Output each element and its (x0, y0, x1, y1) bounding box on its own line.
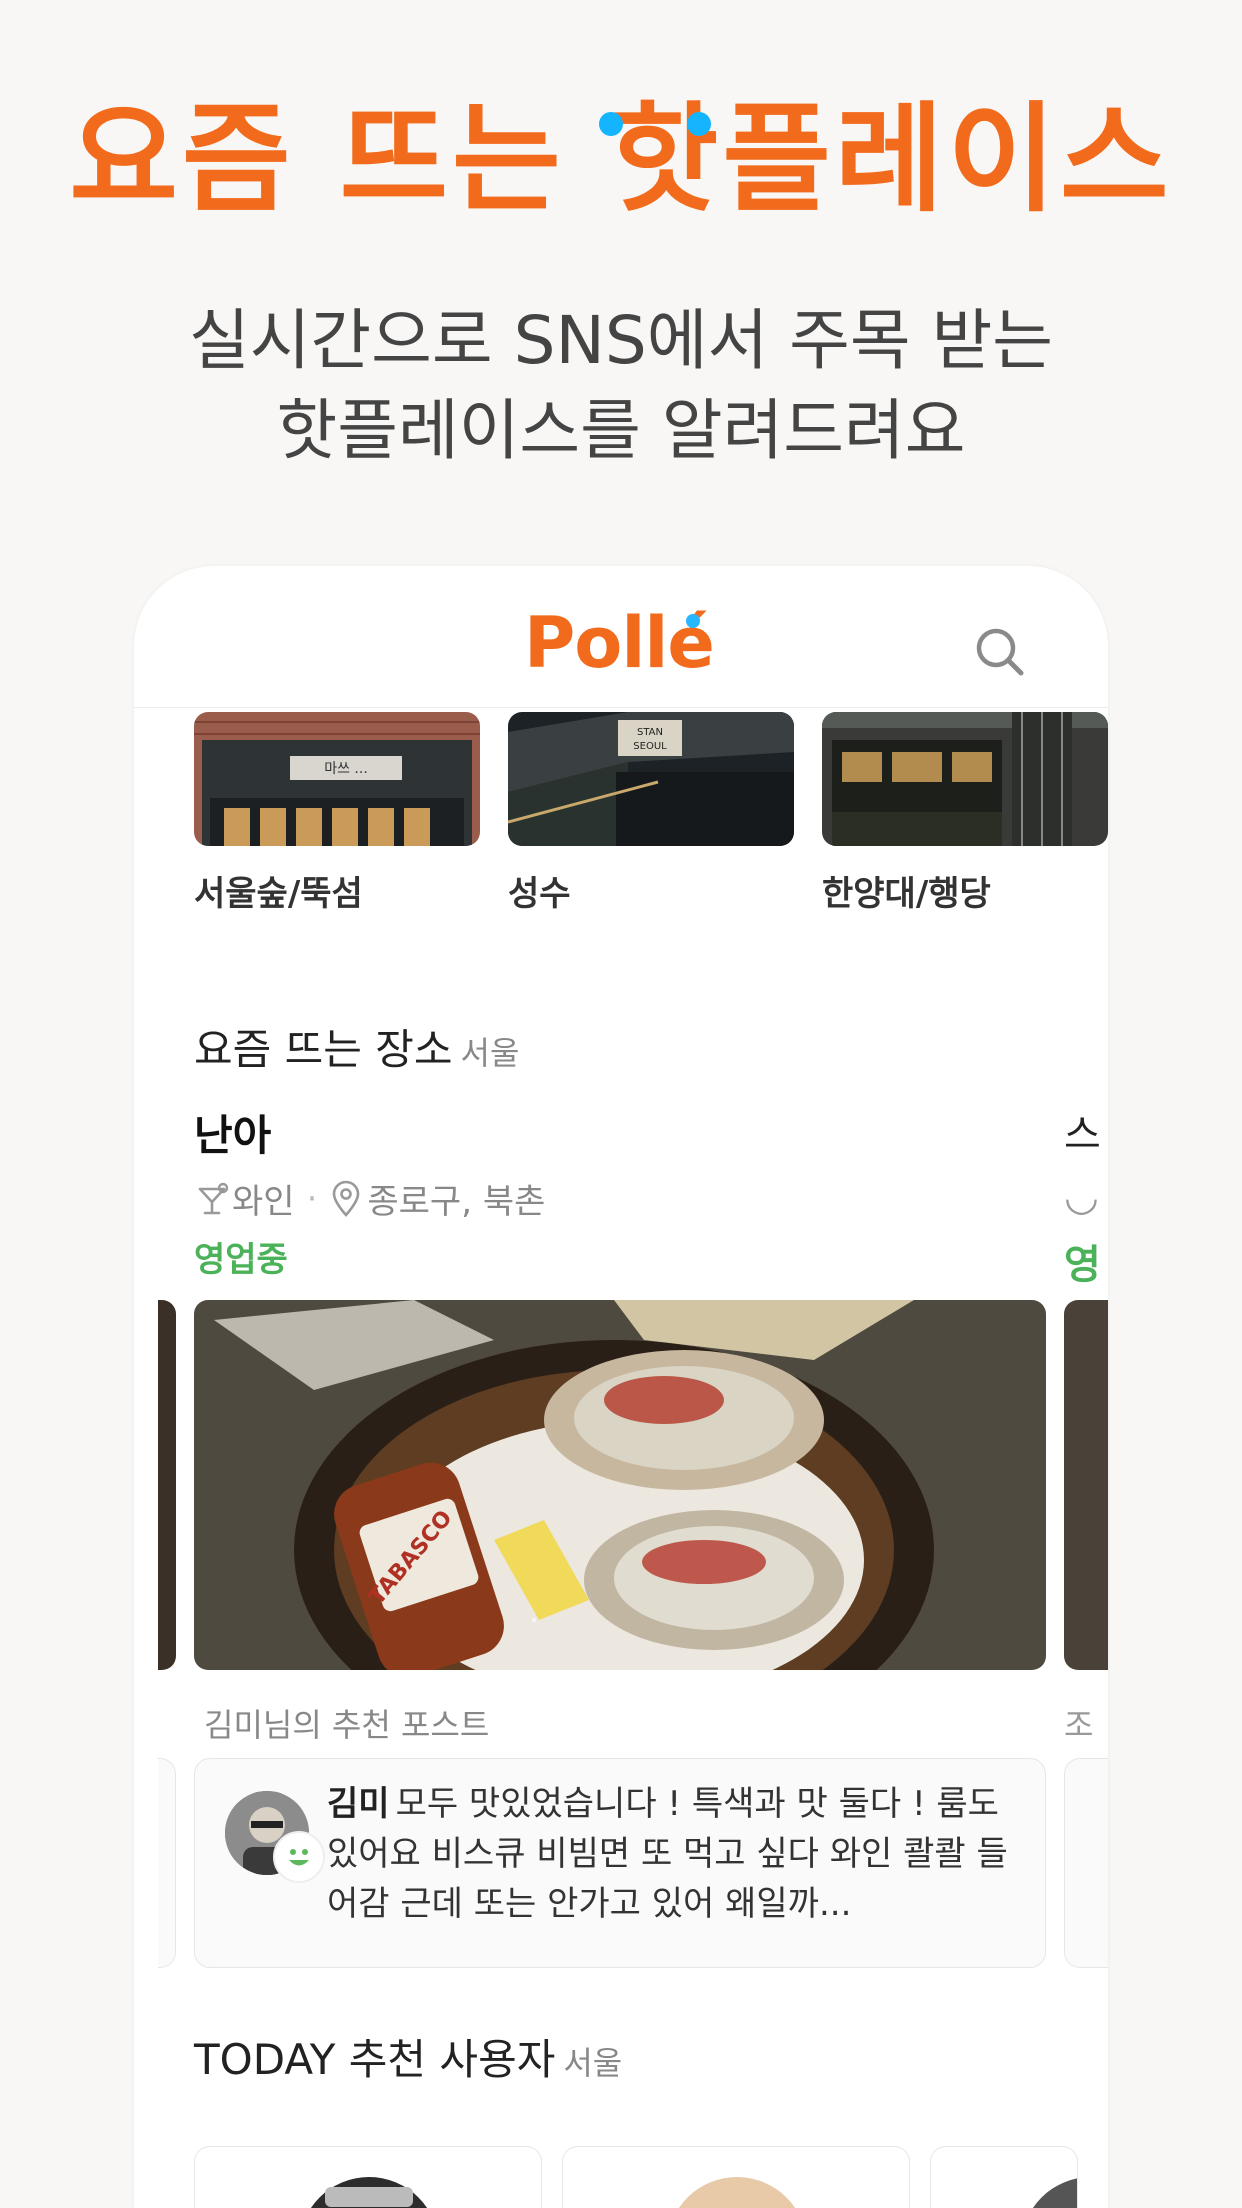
place-category: 와인 (232, 1182, 295, 1222)
next-place-name-peek[interactable]: 스 (1064, 1102, 1108, 1160)
place-photo[interactable]: TABASCO (194, 1300, 1046, 1670)
shop-sign-text: 마쓰 ... (324, 761, 368, 777)
area-tile-seoulforest[interactable]: 마쓰 ... 서울숲/뚝섬 (194, 712, 480, 915)
next-place-photo[interactable] (1064, 1300, 1108, 1670)
next-post-card[interactable] (1064, 1758, 1108, 1968)
brand-logo-dot (686, 614, 700, 628)
place-name[interactable]: 난아 (194, 1102, 271, 1163)
place-meta: 와인 · 종로구, 북촌 (194, 1174, 545, 1223)
smile-badge (273, 1831, 325, 1883)
today-users-region: 서울 (563, 2044, 623, 2082)
user-card[interactable] (194, 2146, 542, 2208)
user-card[interactable] (562, 2146, 910, 2208)
trending-heading-region: 서울 (460, 1034, 520, 1072)
area-label: 한양대/행당 (822, 874, 991, 914)
svg-text:STAN: STAN (637, 727, 663, 738)
next-post-caption-peek: 조 (1064, 1706, 1094, 1744)
app-header: Pollé (134, 566, 1108, 708)
trending-heading-title: 요즘 뜨는 장소 (194, 1025, 453, 1074)
area-label: 서울숲/뚝섬 (194, 874, 363, 914)
user-avatar (1032, 2178, 1077, 2208)
post-author[interactable]: 김미 (327, 1784, 390, 1824)
open-status-badge: 영업중 (194, 1240, 288, 1280)
promo-title-text: 요즘 뜨는 핫플레이스 (69, 90, 1173, 228)
next-place-meta-peek: ◡ (1064, 1174, 1099, 1220)
today-users-heading: TODAY 추천 사용자 서울 (194, 2026, 622, 2087)
promo-subtitle-line-2: 핫플레이스를 알려드려요 (276, 392, 966, 469)
area-photo: STAN SEOUL (508, 712, 794, 846)
post-text: 김미 모두 맛있었습니다 ! 특색과 맛 둘다 ! 룸도 있어요 비스큐 비빔면 … (327, 1779, 1017, 1929)
place-location: 종로구, 북촌 (367, 1182, 546, 1222)
search-button[interactable] (972, 624, 1028, 680)
area-tile-seongsu[interactable]: STAN SEOUL 성수 (508, 712, 794, 915)
promo-title: 요즘 뜨는 핫플레이스 (69, 100, 1172, 218)
area-photo: 마쓰 ... (194, 712, 480, 846)
promo-title-wrap: 요즘 뜨는 핫플레이스 (0, 100, 1242, 218)
post-body: 모두 맛있었습니다 ! 특색과 맛 둘다 ! 룸도 있어요 비스큐 비빔면 또 … (327, 1784, 1008, 1924)
prev-place-photo[interactable] (158, 1300, 176, 1670)
pin-icon (333, 1180, 360, 1217)
search-icon (976, 628, 1024, 676)
promo-subtitle: 실시간으로 SNS에서 주목 받는 핫플레이스를 알려드려요 (0, 296, 1242, 476)
prev-post-card[interactable] (158, 1758, 176, 1968)
today-users-title: TODAY 추천 사용자 (194, 2035, 556, 2084)
area-tile-hanyang[interactable]: 한양대/행당 (822, 712, 1108, 915)
area-label: 성수 (508, 874, 571, 914)
cocktail-icon (198, 1182, 229, 1214)
meta-separator: · (306, 1178, 318, 1219)
area-photo (822, 712, 1108, 846)
post-caption: 김미님의 추천 포스트 (204, 1706, 490, 1744)
smile-icon (289, 1849, 309, 1866)
phone-mockup: Pollé 마쓰 ... 서울숲/뚝섬 STAN SEOUL 성수 한양대/행당… (134, 566, 1108, 2208)
oyster-photo: TABASCO (194, 1300, 1046, 1670)
recommend-post-card[interactable]: 김미 모두 맛있었습니다 ! 특색과 맛 둘다 ! 룸도 있어요 비스큐 비빔면 … (194, 1758, 1046, 1968)
next-place-status-peek: 영 (1064, 1242, 1101, 1288)
user-avatar (678, 2177, 796, 2208)
area-carousel[interactable]: 마쓰 ... 서울숲/뚝섬 STAN SEOUL 성수 한양대/행당 (194, 712, 1108, 922)
svg-text:SEOUL: SEOUL (633, 741, 667, 752)
trending-heading: 요즘 뜨는 장소 서울 (194, 1016, 519, 1077)
user-card[interactable] (930, 2146, 1078, 2208)
promo-subtitle-line-1: 실시간으로 SNS에서 주목 받는 (188, 302, 1054, 379)
user-avatar (310, 2177, 428, 2208)
